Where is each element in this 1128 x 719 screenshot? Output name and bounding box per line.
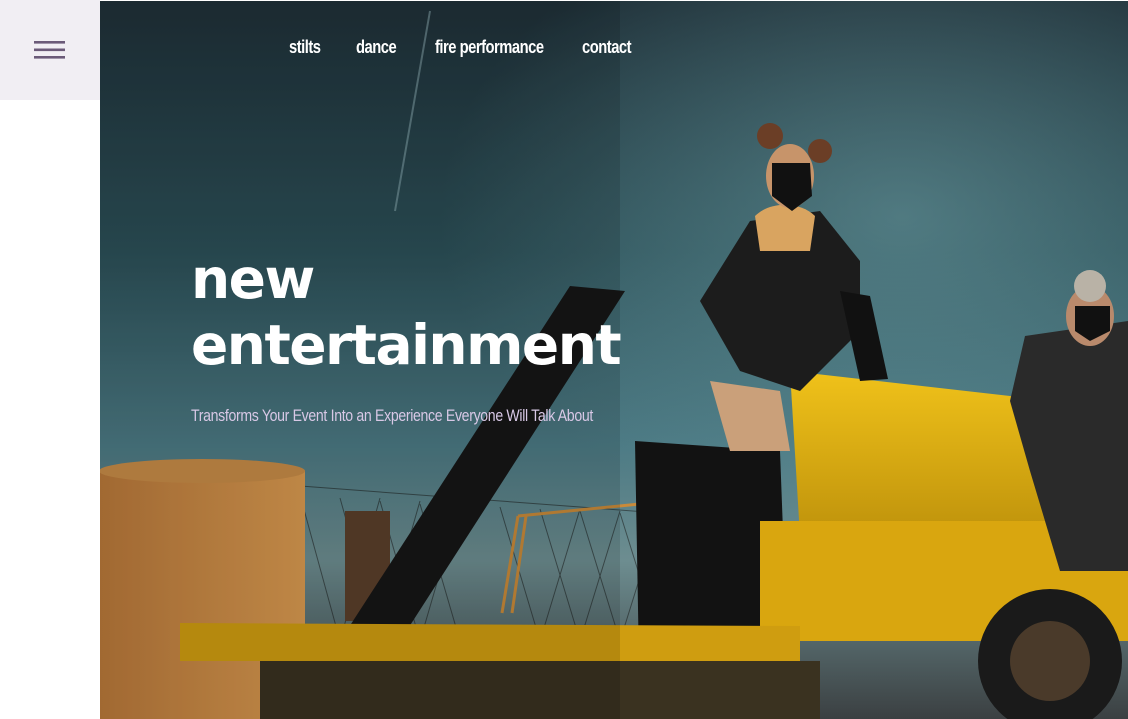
hero-tagline: Transforms Your Event Into an Experience…: [191, 406, 593, 425]
hero-headline-line1: new: [191, 247, 315, 311]
nav-link-stilts[interactable]: stilts: [289, 37, 321, 58]
menu-button[interactable]: [0, 0, 100, 100]
hero-headline: new entertainment: [191, 246, 622, 378]
hamburger-menu-icon: [34, 41, 65, 59]
nav-link-fire-performance[interactable]: fire performance: [435, 37, 544, 58]
hero-headline-line2: entertainment: [191, 313, 622, 377]
nav-link-dance[interactable]: dance: [356, 37, 397, 58]
page: stilts dance fire performance contact ne…: [0, 0, 1128, 719]
left-rail: [0, 0, 100, 719]
main-nav: stilts dance fire performance contact: [289, 37, 684, 58]
nav-link-contact[interactable]: contact: [582, 37, 632, 58]
